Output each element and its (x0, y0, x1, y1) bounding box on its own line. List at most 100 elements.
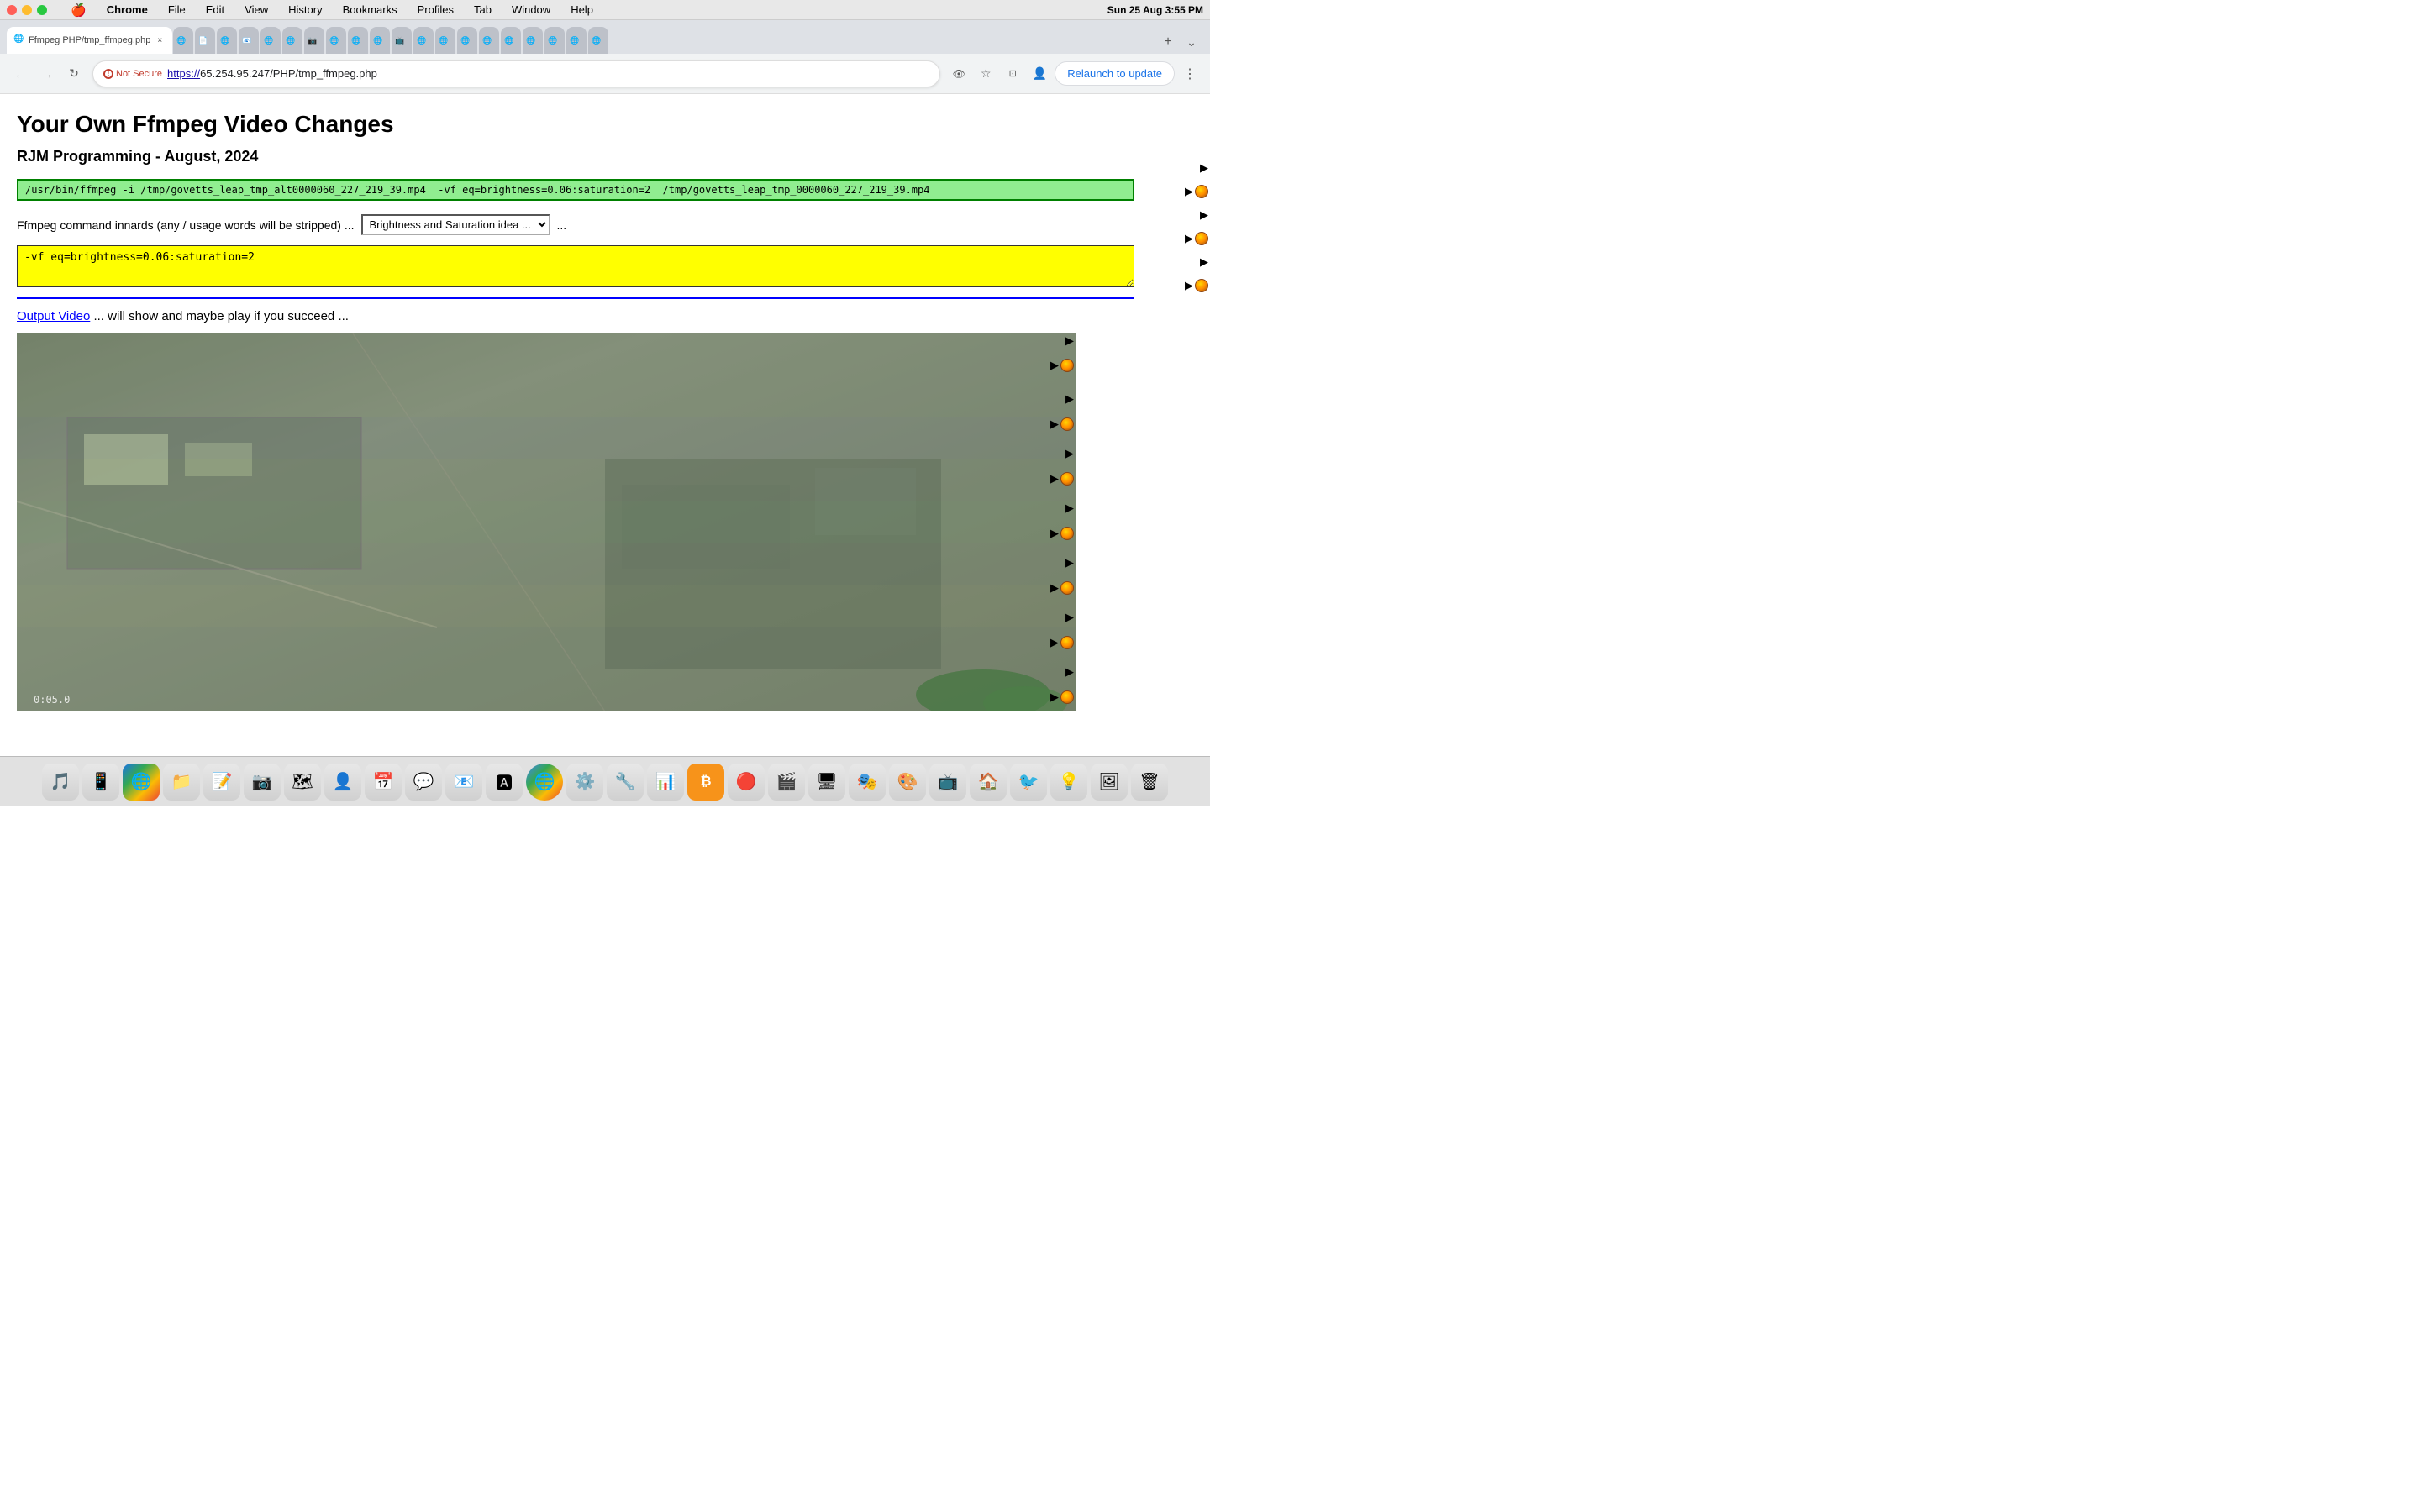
tab-item[interactable]: 🌐 (501, 27, 521, 54)
blue-separator-line (17, 297, 1134, 299)
dock-misc5[interactable]: 🎨 (889, 764, 926, 801)
tab-item[interactable]: 🌐 (544, 27, 565, 54)
menubar-tab[interactable]: Tab (471, 2, 495, 18)
bookmark-star-icon[interactable]: ☆ (974, 62, 997, 86)
tab-item[interactable]: 📷 (304, 27, 324, 54)
menubar-right: Sun 25 Aug 3:55 PM (1107, 4, 1203, 16)
tab-item[interactable]: 📄 (195, 27, 215, 54)
dock-activity[interactable]: 📊 (647, 764, 684, 801)
address-bar[interactable]: ! Not Secure https://65.254.95.247/PHP/t… (92, 60, 940, 87)
dock-utilities[interactable]: 🔧 (607, 764, 644, 801)
menubar-window[interactable]: Window (508, 2, 554, 18)
nav-buttons: ← → ↻ (8, 62, 86, 86)
dock-contacts[interactable]: 👤 (324, 764, 361, 801)
menubar-chrome[interactable]: Chrome (103, 2, 151, 18)
menubar-profiles[interactable]: Profiles (414, 2, 457, 18)
dock-mail[interactable]: 📧 (445, 764, 482, 801)
output-video-link[interactable]: Output Video (17, 309, 90, 323)
tab-item[interactable]: 🌐 (457, 27, 477, 54)
dock-phone[interactable]: 📱 (82, 764, 119, 801)
new-tab-button[interactable]: + (1156, 30, 1180, 54)
profile-icon[interactable]: 👤 (1028, 62, 1051, 86)
menubar-history[interactable]: History (285, 2, 325, 18)
dock-misc3[interactable]: 🖥 (808, 764, 845, 801)
menubar: 🍎 Chrome File Edit View History Bookmark… (0, 0, 1210, 20)
dock-maps[interactable]: 🗺 (284, 764, 321, 801)
tab-item[interactable]: 🌐 (413, 27, 434, 54)
tab-favicon: 🌐 (13, 34, 25, 46)
tab-item[interactable]: 🌐 (260, 27, 281, 54)
page-content: Your Own Ffmpeg Video Changes RJM Progra… (0, 94, 1210, 756)
dock-misc2[interactable]: 🎬 (768, 764, 805, 801)
dock-misc6[interactable]: 📺 (929, 764, 966, 801)
dock-misc8[interactable]: 🐦 (1010, 764, 1047, 801)
dock-misc9[interactable]: 💡 (1050, 764, 1087, 801)
dock-music[interactable]: 🎵 (42, 764, 79, 801)
dock-notes[interactable]: 📝 (203, 764, 240, 801)
reload-button[interactable]: ↻ (62, 62, 86, 86)
tab-item[interactable]: 📧 (239, 27, 259, 54)
back-button[interactable]: ← (8, 62, 32, 86)
not-secure-indicator: ! Not Secure (103, 69, 162, 79)
output-video-suffix: ... will show and maybe play if you succ… (93, 309, 348, 323)
tab-close-active[interactable]: × (154, 34, 166, 46)
ffmpeg-innards-label: Ffmpeg command innards (any / usage word… (17, 218, 355, 232)
vf-textarea[interactable]: -vf eq=brightness=0.06:saturation=2 (17, 245, 1134, 287)
command-input[interactable] (17, 179, 1134, 201)
vf-textarea-container: -vf eq=brightness=0.06:saturation=2 (17, 245, 1134, 290)
tab-bar: 🌐 Ffmpeg PHP/tmp_ffmpeg.php × 🌐 📄 🌐 📧 🌐 … (0, 20, 1210, 54)
tab-item[interactable]: 🌐 (523, 27, 543, 54)
dock-messages[interactable]: 💬 (405, 764, 442, 801)
tab-item[interactable]: 🌐 (173, 27, 193, 54)
url-rest: 65.254.95.247/PHP/tmp_ffmpeg.php (200, 67, 377, 80)
eye-slash-icon[interactable]: 👁 (947, 62, 971, 86)
tab-item[interactable]: 🌐 (435, 27, 455, 54)
cast-icon[interactable]: ⊡ (1001, 62, 1024, 86)
relaunch-button[interactable]: Relaunch to update (1055, 61, 1175, 86)
menubar-clock: Sun 25 Aug 3:55 PM (1107, 4, 1203, 16)
tab-item[interactable]: 📺 (392, 27, 412, 54)
ffmpeg-filter-dropdown[interactable]: Brightness and Saturation idea ... (361, 214, 550, 235)
maximize-button[interactable] (37, 5, 47, 15)
tab-item[interactable]: 🌐 (348, 27, 368, 54)
forward-button[interactable]: → (35, 62, 59, 86)
dock-misc1[interactable]: 🔴 (728, 764, 765, 801)
tab-title: Ffmpeg PHP/tmp_ffmpeg.php (29, 35, 150, 45)
dock-calendar[interactable]: 📅 (365, 764, 402, 801)
menubar-view[interactable]: View (241, 2, 271, 18)
apple-menu[interactable]: 🍎 (71, 3, 87, 18)
tab-item[interactable]: 🌐 (282, 27, 302, 54)
menubar-help[interactable]: Help (567, 2, 597, 18)
minimize-button[interactable] (22, 5, 32, 15)
dock-misc4[interactable]: 🎭 (849, 764, 886, 801)
menubar-file[interactable]: File (165, 2, 189, 18)
dock-appstore[interactable]: 🅰 (486, 764, 523, 801)
chrome-menu-button[interactable]: ⋮ (1178, 62, 1202, 86)
dock-chrome[interactable]: 🌐 (526, 764, 563, 801)
tab-item[interactable]: 🌐 (217, 27, 237, 54)
video-frame-image: 0:05.0 (17, 333, 1076, 711)
dock-misc10[interactable]: 🖼 (1091, 764, 1128, 801)
menubar-edit[interactable]: Edit (203, 2, 228, 18)
active-tab[interactable]: 🌐 Ffmpeg PHP/tmp_ffmpeg.php × (7, 27, 172, 54)
dropdown-suffix: ... (557, 218, 567, 232)
tab-item[interactable]: 🌐 (588, 27, 608, 54)
toolbar-actions: 👁 ☆ ⊡ 👤 Relaunch to update ⋮ (947, 61, 1202, 86)
tab-list-button[interactable]: ⌄ (1180, 30, 1203, 54)
dock-safari[interactable]: 🌐 (123, 764, 160, 801)
security-warning-icon: ! (103, 69, 113, 79)
dock-settings[interactable]: ⚙️ (566, 764, 603, 801)
dock-bitcoin[interactable]: ₿ (687, 764, 724, 801)
tab-item[interactable]: 🌐 (566, 27, 587, 54)
close-button[interactable] (7, 5, 17, 15)
tab-item[interactable]: 🌐 (326, 27, 346, 54)
tab-item[interactable]: 🌐 (370, 27, 390, 54)
svg-text:0:05.0: 0:05.0 (34, 694, 70, 706)
dock-misc7[interactable]: 🏠 (970, 764, 1007, 801)
page-title: Your Own Ffmpeg Video Changes (17, 111, 1193, 138)
menubar-bookmarks[interactable]: Bookmarks (339, 2, 401, 18)
dock-finder[interactable]: 📁 (163, 764, 200, 801)
dock-trash[interactable]: 🗑 (1131, 764, 1168, 801)
dock-photos[interactable]: 📷 (244, 764, 281, 801)
tab-item[interactable]: 🌐 (479, 27, 499, 54)
